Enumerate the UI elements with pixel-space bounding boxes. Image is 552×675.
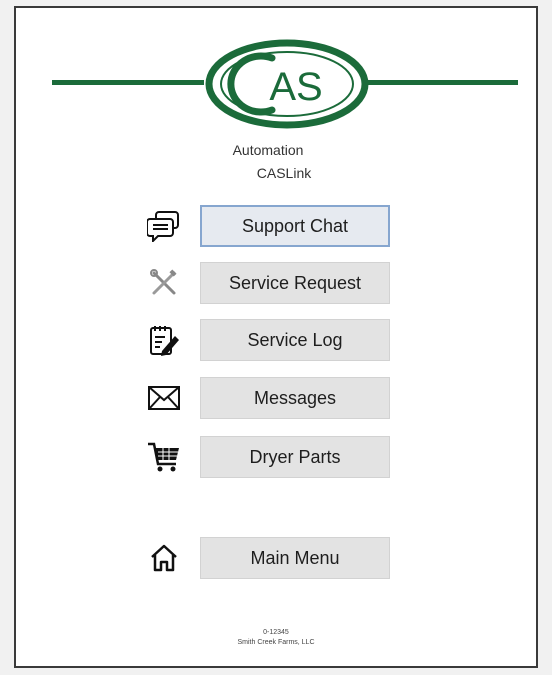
- app-window: AS Automation CASLink Support Chat Servi…: [14, 6, 538, 668]
- logo-text: AS: [269, 65, 322, 109]
- service-request-button[interactable]: Service Request: [200, 262, 390, 304]
- footer-id: 0-12345: [263, 629, 289, 636]
- cas-logo: AS: [205, 39, 369, 129]
- menu-row-main-menu: Main Menu: [142, 536, 402, 580]
- chat-bubbles-icon: [142, 204, 186, 248]
- messages-button[interactable]: Messages: [200, 377, 390, 419]
- notepad-pencil-icon: [142, 318, 186, 362]
- logo-line-left: [52, 80, 204, 85]
- wrench-screwdriver-icon: [142, 261, 186, 305]
- home-icon: [142, 536, 186, 580]
- menu-row-service-request: Service Request: [142, 261, 402, 305]
- shopping-cart-icon: [142, 435, 186, 479]
- logo-line-right: [368, 80, 518, 85]
- service-log-button[interactable]: Service Log: [200, 319, 390, 361]
- menu-row-support-chat: Support Chat: [142, 204, 402, 248]
- envelope-icon: [142, 376, 186, 420]
- footer-company: Smith Creek Farms, LLC: [237, 639, 315, 646]
- app-subtitle-line1: Automation: [232, 142, 304, 158]
- app-subtitle-line2: CASLink: [256, 165, 312, 181]
- menu-row-messages: Messages: [142, 376, 402, 420]
- menu-row-dryer-parts: Dryer Parts: [142, 435, 402, 479]
- support-chat-button[interactable]: Support Chat: [200, 205, 390, 247]
- dryer-parts-button[interactable]: Dryer Parts: [200, 436, 390, 478]
- main-menu-button[interactable]: Main Menu: [200, 537, 390, 579]
- menu-row-service-log: Service Log: [142, 318, 402, 362]
